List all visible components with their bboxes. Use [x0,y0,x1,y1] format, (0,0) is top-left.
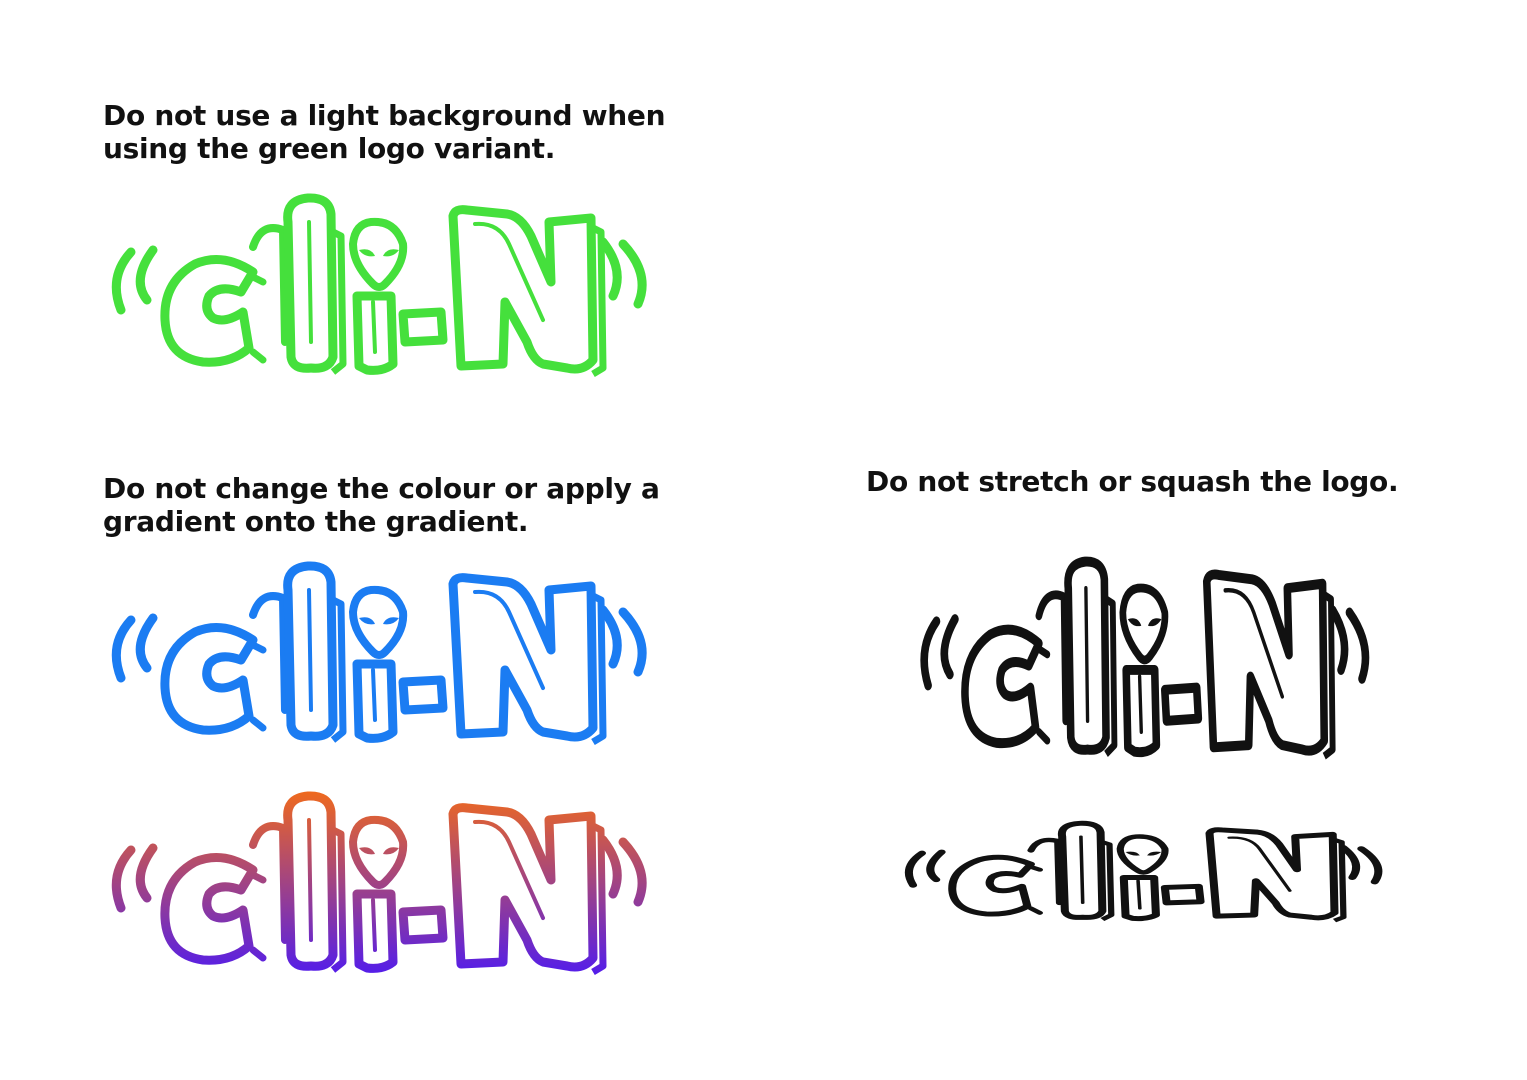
alien-logo-stretched [913,555,1383,765]
caption-line: Do not stretch or squash the logo. [866,465,1399,498]
caption-line: Do not change the colour or apply a [103,472,660,505]
logo-stretched-variant [913,555,1383,765]
logo-squashed-variant [897,820,1397,925]
alien-logo-squashed [897,820,1397,925]
alien-logo-gradient [103,790,663,980]
caption-line: using the green logo variant. [103,132,556,165]
logo-gradient-variant [103,790,663,980]
alien-logo-blue [103,560,663,750]
rule-stretch-squash-caption: Do not stretch or squash the logo. [866,465,1399,498]
logo-blue-variant [103,560,663,750]
caption-line: Do not use a light background when [103,99,666,132]
rule-colour-gradient-caption: Do not change the colour or apply a grad… [103,472,660,538]
logo-green-variant [103,192,663,382]
rule-green-background-caption: Do not use a light background when using… [103,99,666,165]
caption-line: gradient onto the gradient. [103,505,529,538]
alien-logo-green [103,192,663,382]
